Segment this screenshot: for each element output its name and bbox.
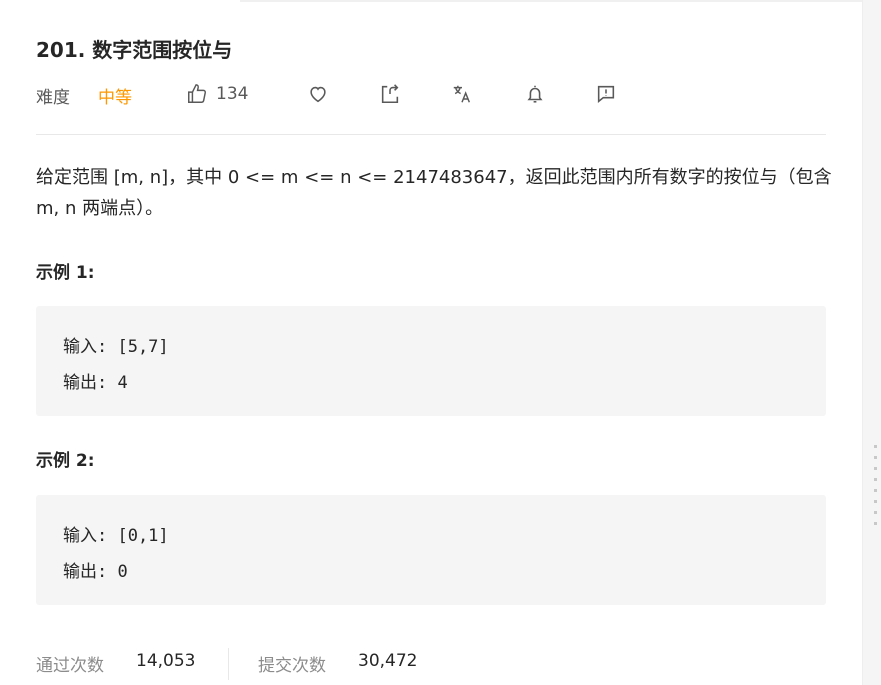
feedback-icon	[597, 85, 615, 103]
submitted-label: 提交次数	[258, 656, 326, 676]
favorite-button[interactable]	[307, 82, 329, 106]
example-1-code-block: 输入: [5,7] 输出: 4	[36, 306, 826, 416]
meta-divider	[36, 134, 826, 135]
subscribe-button[interactable]	[524, 82, 546, 106]
problem-meta-bar: 难度 中等 134	[36, 80, 826, 110]
example-2-code-block: 输入: [0,1] 输出: 0	[36, 495, 826, 605]
example-2-title: 示例 2:	[36, 451, 95, 471]
accepted-label: 通过次数	[36, 656, 104, 676]
example-1-output: 输出: 4	[63, 373, 128, 393]
thumbs-up-icon	[188, 84, 207, 103]
drag-grip-icon[interactable]	[874, 445, 877, 525]
submitted-count: 30,472	[358, 651, 418, 671]
feedback-button[interactable]	[595, 82, 617, 106]
submission-stats: 通过次数 14,053 提交次数 30,472	[36, 648, 536, 680]
share-icon	[381, 84, 399, 104]
problem-description-panel: 201. 数字范围按位与 难度 中等 134 给定范围 [m, n]，其中 0 …	[0, 0, 862, 685]
panel-resize-handle[interactable]	[862, 0, 881, 685]
translate-icon	[453, 85, 471, 103]
example-2-input: 输入: [0,1]	[63, 526, 169, 546]
problem-title: 201. 数字范围按位与	[36, 38, 233, 62]
share-button[interactable]	[379, 82, 401, 106]
example-1-input: 输入: [5,7]	[63, 337, 169, 357]
difficulty-badge: 中等	[98, 88, 132, 108]
like-count: 134	[216, 84, 249, 104]
example-1-title: 示例 1:	[36, 263, 95, 283]
accepted-count: 14,053	[136, 651, 196, 671]
heart-icon	[310, 86, 326, 103]
problem-description: 给定范围 [m, n]，其中 0 <= m <= n <= 2147483647…	[36, 167, 832, 219]
stats-separator	[228, 648, 229, 680]
difficulty-label: 难度	[36, 88, 70, 108]
like-button[interactable]: 134	[186, 82, 248, 106]
translate-button[interactable]	[451, 82, 473, 106]
example-2-output: 输出: 0	[63, 562, 128, 582]
bell-icon	[527, 85, 543, 103]
